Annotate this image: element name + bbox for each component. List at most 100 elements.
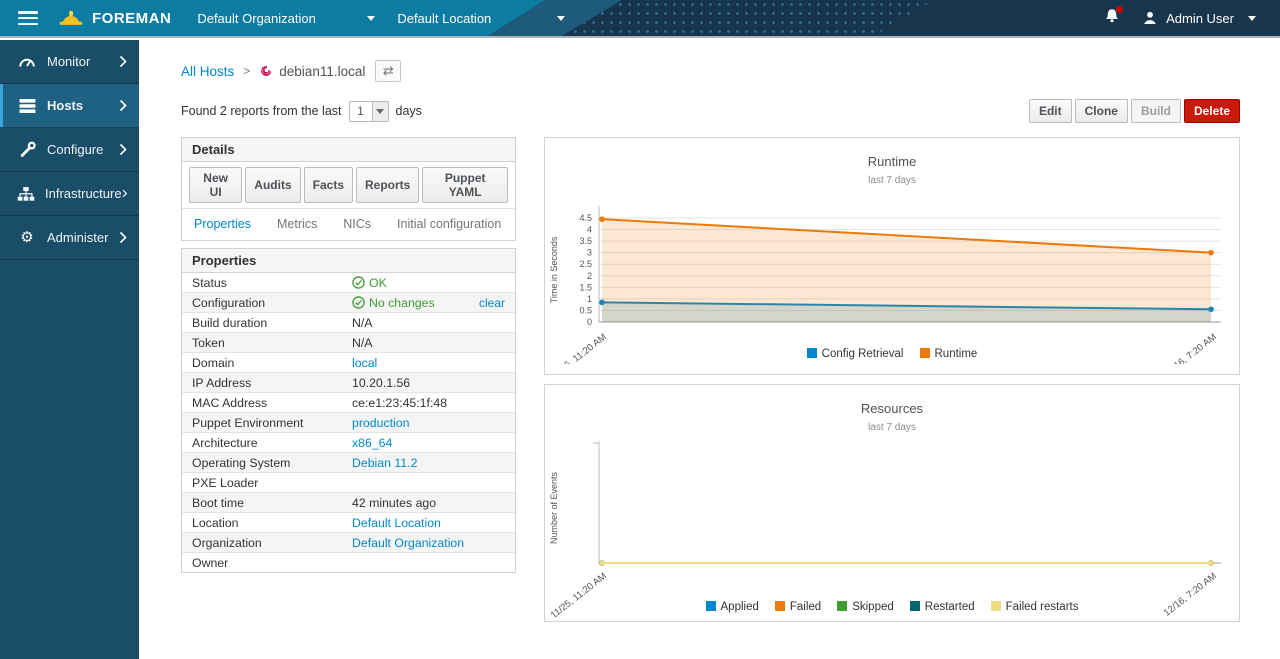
user-name: Admin User [1166,11,1234,26]
legend-swatch [910,601,920,611]
organization-selector-label: Default Organization [197,11,316,26]
sidebar-item-administer[interactable]: ⚙ Administer [0,216,139,260]
legend-swatch [920,348,930,358]
property-label: Architecture [192,436,352,450]
notifications-button[interactable] [1104,8,1120,29]
svg-text:1: 1 [587,294,592,304]
resources-chart-panel: Resources last 7 days Number of Events11… [544,384,1240,622]
masthead: FOREMAN Default Organization Default Loc… [0,0,1280,38]
svg-text:3.5: 3.5 [579,236,592,246]
property-row: Architecturex86_64 [182,432,515,452]
property-value: production [352,416,505,430]
breadcrumb-host: debian11.local [259,64,365,79]
property-row: Status OK [182,273,515,292]
property-text: 10.20.1.56 [352,376,410,390]
legend-item[interactable]: Failed restarts [991,601,1079,613]
property-link[interactable]: Default Organization [352,536,464,550]
foreman-logo[interactable]: FOREMAN [58,8,171,28]
facts-button[interactable]: Facts [304,167,353,203]
runtime-chart-subtitle: last 7 days [545,175,1239,186]
tab-metrics[interactable]: Metrics [277,217,317,231]
hardhat-icon [58,8,84,28]
sidebar-item-hosts[interactable]: Hosts [0,84,139,128]
property-label: Owner [192,556,352,570]
report-toolbar: Found 2 reports from the last 1 days Edi… [181,99,1240,123]
property-text: N/A [352,336,373,350]
legend-item[interactable]: Runtime [920,348,978,360]
legend-item[interactable]: Failed [775,601,821,613]
property-row: Boot time42 minutes ago [182,492,515,512]
property-value: Default Organization [352,536,505,550]
breadcrumb-all-hosts-link[interactable]: All Hosts [181,64,234,79]
sidebar-item-label: Monitor [47,54,119,69]
audits-button[interactable]: Audits [245,167,300,203]
svg-text:0.5: 0.5 [579,305,592,315]
svg-text:0: 0 [587,317,592,327]
puppet-yaml-button[interactable]: Puppet YAML [422,167,508,203]
legend-swatch [807,348,817,358]
legend-item[interactable]: Restarted [910,601,975,613]
tab-initial-configuration[interactable]: Initial configuration [397,217,501,231]
legend-item[interactable]: Applied [706,601,759,613]
tab-nics[interactable]: NICs [343,217,371,231]
menu-toggle-icon[interactable] [18,11,38,25]
days-select[interactable]: 1 [349,101,389,122]
property-row: MAC Addressce:e1:23:45:1f:48 [182,392,515,412]
delete-button[interactable]: Delete [1184,99,1240,123]
sidebar-item-monitor[interactable]: Monitor [0,40,139,84]
host-switcher-button[interactable]: ⇄ [375,60,401,82]
edit-button[interactable]: Edit [1029,99,1072,123]
clone-button[interactable]: Clone [1075,99,1128,123]
property-label: MAC Address [192,396,352,410]
sidebar-item-configure[interactable]: Configure [0,128,139,172]
status-text: OK [369,276,387,290]
svg-text:2: 2 [587,271,592,281]
new-ui-button[interactable]: New UI [189,167,242,203]
chevron-down-icon [1248,16,1256,21]
legend-item[interactable]: Config Retrieval [807,348,904,360]
organization-selector[interactable]: Default Organization [197,11,375,26]
sidebar-item-infrastructure[interactable]: Infrastructure [0,172,139,216]
location-selector[interactable]: Default Location [397,11,565,26]
legend-swatch [837,601,847,611]
property-row: TokenN/A [182,332,515,352]
property-label: IP Address [192,376,352,390]
svg-text:1.5: 1.5 [579,282,592,292]
days-select-arrow [372,102,388,121]
brand-text: FOREMAN [92,10,171,27]
tab-properties[interactable]: Properties [194,217,251,231]
property-link[interactable]: x86_64 [352,436,392,450]
property-label: Status [192,276,352,290]
server-icon [17,98,37,114]
chevron-down-icon [367,16,375,21]
svg-text:Time in Seconds: Time in Seconds [549,236,559,303]
gear-icon: ⚙ [17,230,37,245]
reports-button[interactable]: Reports [356,167,419,203]
notification-badge [1116,6,1123,13]
user-menu[interactable]: Admin User [1142,10,1256,26]
breadcrumb: All Hosts > debian11.local ⇄ [181,60,1240,82]
property-row: LocationDefault Location [182,512,515,532]
property-link[interactable]: Debian 11.2 [352,456,417,470]
property-link[interactable]: Default Location [352,516,441,530]
clear-link[interactable]: clear [479,296,505,310]
property-label: Organization [192,536,352,550]
legend-item[interactable]: Skipped [837,601,894,613]
properties-panel-title: Properties [182,249,515,273]
chevron-right-icon [122,187,127,200]
chevron-right-icon [119,231,127,244]
svg-text:4.5: 4.5 [579,213,592,223]
build-button[interactable]: Build [1131,99,1181,123]
property-row: PXE Loader [182,472,515,492]
property-value: 10.20.1.56 [352,376,505,390]
user-icon [1142,10,1158,26]
property-value: N/A [352,316,505,330]
details-panel: Details New UI Audits Facts Reports Pupp… [181,137,516,241]
property-link[interactable]: production [352,416,409,430]
sidebar-item-label: Administer [47,230,119,245]
property-value: N/A [352,336,505,350]
legend-swatch [775,601,785,611]
main-content: All Hosts > debian11.local ⇄ Found 2 rep… [139,40,1280,659]
property-link[interactable]: local [352,356,377,370]
property-row: Domainlocal [182,352,515,372]
